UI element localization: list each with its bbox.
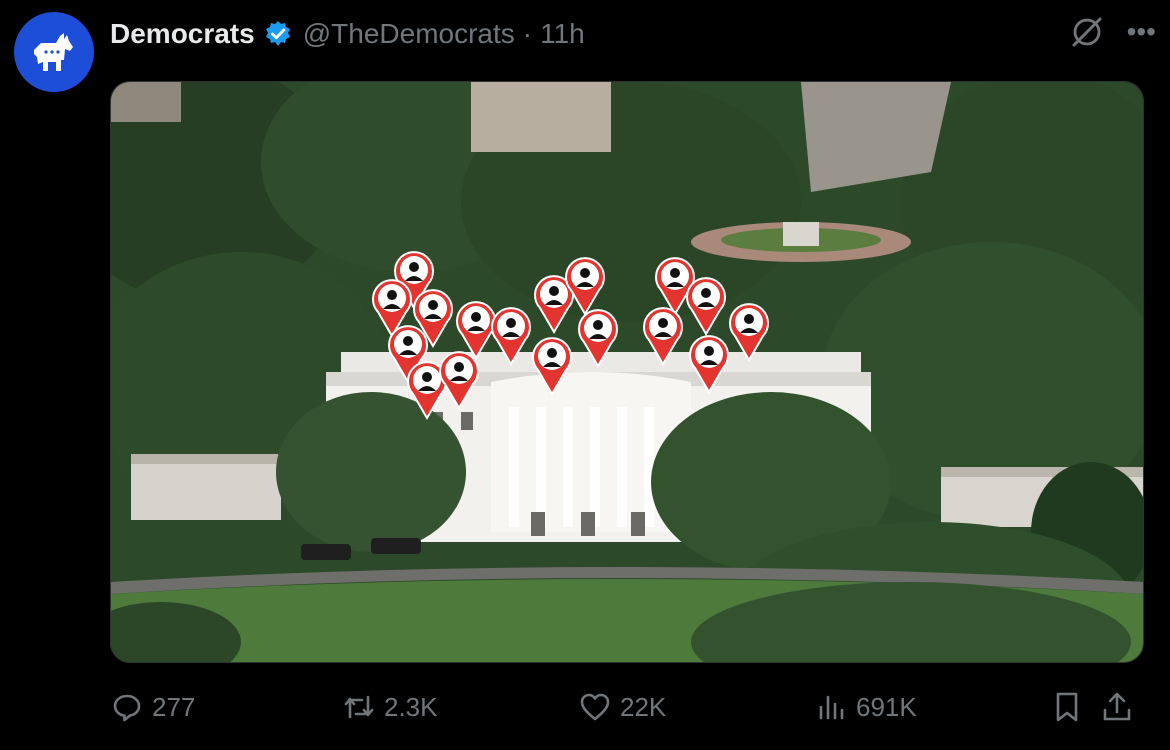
grok-icon[interactable] xyxy=(1069,14,1105,50)
reply-button[interactable]: 277 xyxy=(110,690,195,724)
repost-button[interactable]: 2.3K xyxy=(342,690,438,724)
bookmark-icon xyxy=(1056,692,1078,722)
bookmark-button[interactable] xyxy=(1050,690,1084,724)
reply-icon xyxy=(113,694,141,722)
post-actions: 277 2.3K 22K 691K xyxy=(110,690,1144,734)
reply-count: 277 xyxy=(152,691,196,722)
repost-icon xyxy=(344,695,374,719)
author-name[interactable]: Democrats xyxy=(110,18,255,50)
views-icon xyxy=(819,695,844,720)
heart-icon xyxy=(580,693,610,721)
views-button[interactable]: 691K xyxy=(814,690,917,724)
share-button[interactable] xyxy=(1100,690,1134,724)
post-header: Democrats @TheDemocrats · 11h xyxy=(110,14,585,54)
share-icon xyxy=(1103,692,1131,721)
post-time[interactable]: 11h xyxy=(540,18,585,50)
white-house-map-pins-image xyxy=(111,82,1143,662)
like-button[interactable]: 22K xyxy=(578,690,666,724)
verified-badge-icon xyxy=(263,19,293,49)
avatar[interactable] xyxy=(14,12,94,92)
post-image[interactable] xyxy=(110,81,1144,663)
repost-count: 2.3K xyxy=(384,691,438,722)
views-count: 691K xyxy=(856,691,917,722)
separator: · xyxy=(522,18,533,49)
author-handle[interactable]: @TheDemocrats xyxy=(303,18,515,50)
donkey-icon xyxy=(34,33,73,71)
like-count: 22K xyxy=(620,691,667,722)
more-options-icon[interactable]: ••• xyxy=(1127,18,1156,46)
